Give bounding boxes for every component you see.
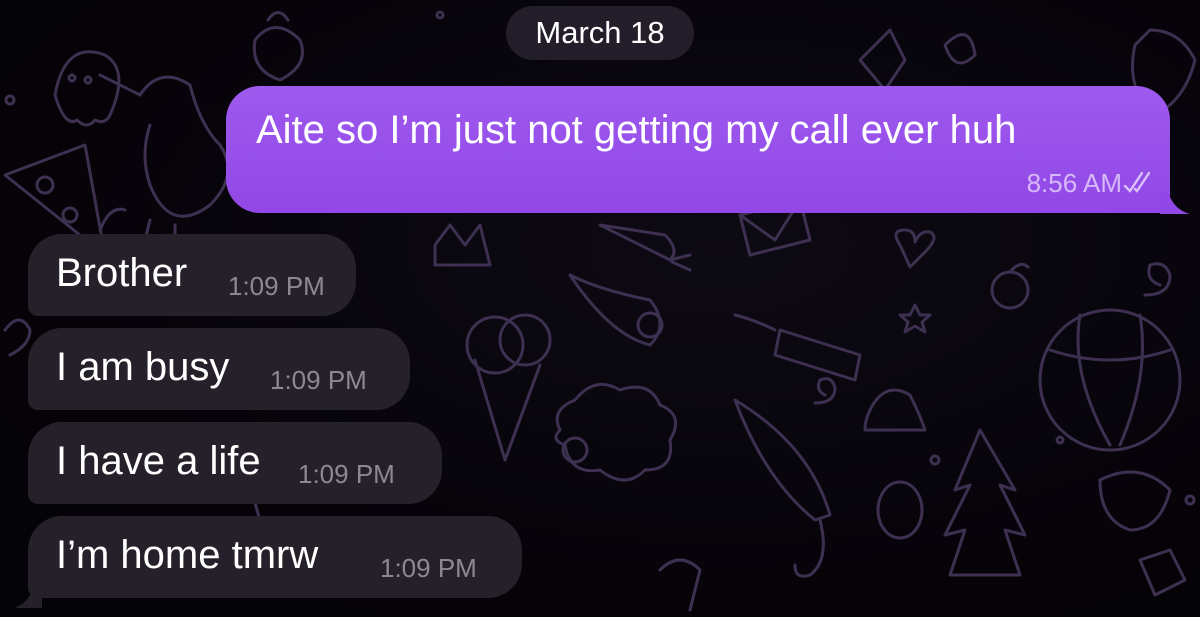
bubble-tail (1160, 192, 1190, 214)
date-separator: March 18 (506, 6, 694, 60)
message-text: Brother (56, 251, 188, 295)
message-text: Aite so I’m just not getting my call eve… (256, 108, 1017, 152)
incoming-message-bubble[interactable]: I have a life 1:09 PM (28, 422, 442, 504)
incoming-message-bubble[interactable]: I’m home tmrw 1:09 PM (28, 516, 522, 598)
message-time: 1:09 PM (380, 553, 477, 583)
incoming-message-bubble[interactable]: Brother 1:09 PM (28, 234, 356, 316)
message-text: I’m home tmrw (56, 533, 319, 577)
chat-screen: March 18 Aite so I’m just not getting my… (0, 0, 1200, 617)
message-time: 1:09 PM (228, 271, 325, 301)
message-time: 1:09 PM (270, 365, 367, 395)
message-time: 8:56 AM (1026, 168, 1122, 198)
message-text: I have a life (56, 439, 261, 483)
double-check-icon (1123, 171, 1151, 193)
message-time: 1:09 PM (298, 459, 395, 489)
bubble-tail (14, 586, 42, 608)
message-text: I am busy (56, 345, 230, 389)
incoming-message-bubble[interactable]: I am busy 1:09 PM (28, 328, 410, 410)
outgoing-message-bubble[interactable]: Aite so I’m just not getting my call eve… (226, 86, 1170, 213)
